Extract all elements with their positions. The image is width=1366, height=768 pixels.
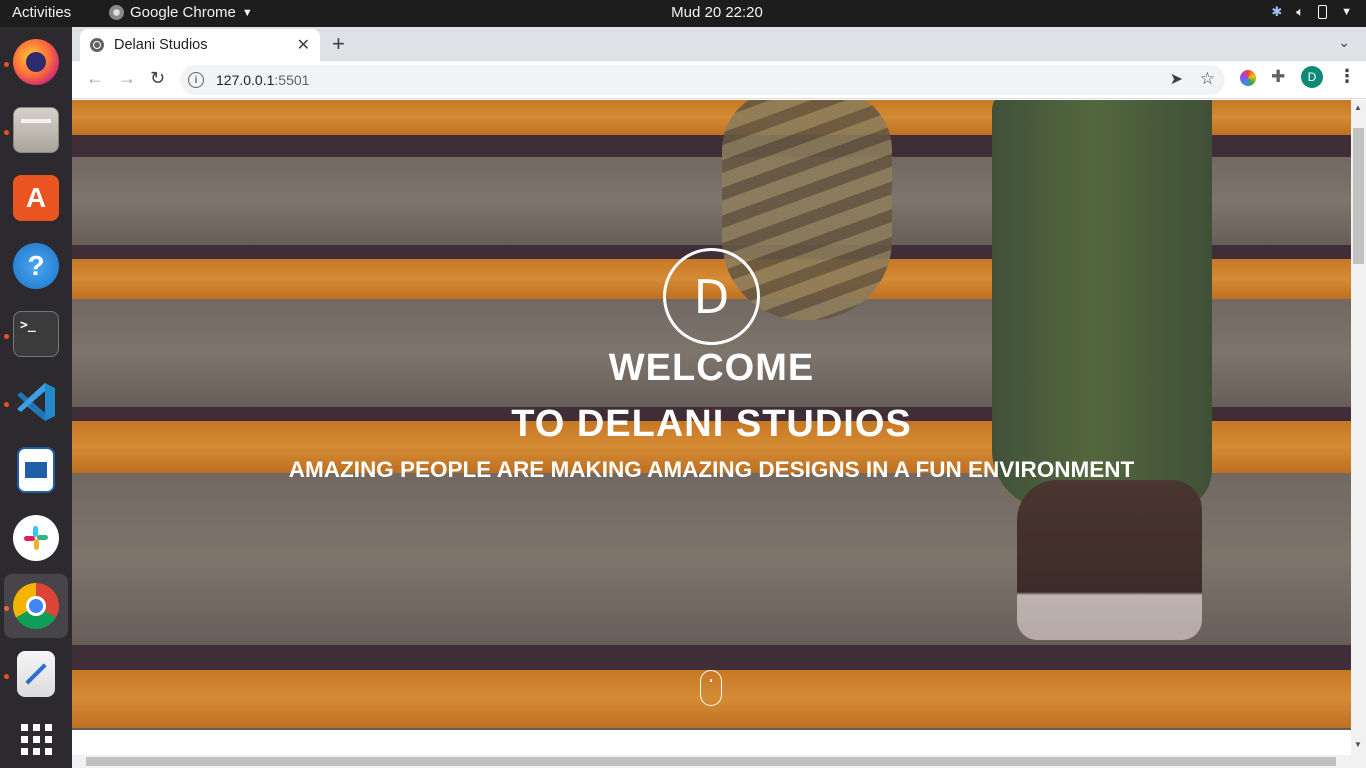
back-button[interactable]: ←	[86, 68, 104, 89]
app-grid-icon	[20, 723, 52, 755]
menu-kebab-icon[interactable]: ⋮	[1338, 66, 1356, 87]
slack-icon	[13, 515, 59, 561]
files-icon	[13, 107, 59, 153]
dock-help[interactable]: ?	[4, 234, 68, 298]
tab-strip: Delani Studios ✕ + ⌄	[72, 27, 1366, 61]
caret-down-icon[interactable]: ▼	[1341, 6, 1352, 18]
vertical-scrollbar[interactable]: ▲ ▼	[1351, 100, 1366, 768]
vscode-icon	[13, 379, 59, 425]
dock-text-editor[interactable]	[4, 642, 68, 706]
impress-icon	[17, 447, 55, 493]
url-port: :5501	[274, 72, 310, 88]
horizontal-scroll-thumb[interactable]	[86, 757, 1336, 766]
scroll-up-arrow-icon[interactable]: ▲	[1354, 103, 1362, 112]
tab-search-chevron-icon[interactable]: ⌄	[1338, 34, 1350, 51]
tab-title: Delani Studios	[114, 37, 208, 53]
url-host: 127.0.0.1	[216, 72, 275, 88]
dock-firefox[interactable]	[4, 30, 68, 94]
dock-vscode[interactable]	[4, 370, 68, 434]
close-tab-icon[interactable]: ✕	[297, 35, 310, 55]
extensions-puzzle-icon[interactable]: ✚	[1271, 67, 1285, 87]
dock-terminal[interactable]: >_	[4, 302, 68, 366]
scroll-down-mouse-icon[interactable]	[700, 670, 722, 706]
reload-button[interactable]: ↻	[150, 68, 165, 89]
hero-content: D WELCOME TO DELANI STUDIOS AMAZING PEOP…	[72, 100, 1351, 730]
bookmark-star-icon[interactable]: ☆	[1200, 69, 1215, 89]
help-icon: ?	[13, 243, 59, 289]
new-tab-button[interactable]: +	[332, 31, 345, 57]
browser-toolbar: ← → ↻ i 127.0.0.1:5501 ➤ ☆ ✚ D ⋮	[72, 61, 1366, 99]
dock-ubuntu-software[interactable]: A	[4, 166, 68, 230]
hero-heading-line-1: WELCOME	[608, 347, 815, 389]
tab-active[interactable]: Delani Studios ✕	[80, 29, 320, 61]
firefox-icon	[13, 39, 59, 85]
software-store-icon: A	[13, 175, 59, 221]
color-picker-extension-icon[interactable]	[1240, 70, 1256, 86]
forward-button[interactable]: →	[118, 68, 136, 89]
text-editor-icon	[17, 651, 55, 697]
profile-avatar[interactable]: D	[1301, 66, 1323, 88]
hero-tagline: AMAZING PEOPLE ARE MAKING AMAZING DESIGN…	[288, 457, 1135, 482]
hero-heading-line-2: TO DELANI STUDIOS	[511, 403, 912, 445]
hero-section: D WELCOME TO DELANI STUDIOS AMAZING PEOP…	[72, 100, 1351, 730]
dock-slack[interactable]	[4, 506, 68, 570]
globe-icon	[90, 38, 104, 52]
send-to-devices-icon[interactable]: ➤	[1170, 69, 1183, 89]
horizontal-scrollbar[interactable]	[72, 755, 1351, 768]
system-tray[interactable]: ✱ 🔈︎ ▼	[1271, 4, 1352, 20]
battery-icon[interactable]	[1318, 5, 1328, 19]
vertical-scroll-thumb[interactable]	[1353, 128, 1364, 264]
system-top-bar: Activities Google Chrome ▼ Mud 20 22:20 …	[0, 0, 1366, 27]
show-applications-button[interactable]	[4, 707, 68, 768]
dock-files[interactable]	[4, 98, 68, 162]
site-info-icon[interactable]: i	[188, 72, 204, 88]
logo-badge: D	[663, 248, 760, 345]
clock[interactable]: Mud 20 22:20	[0, 4, 1366, 21]
dock: A ? >_	[0, 27, 72, 768]
scroll-down-arrow-icon[interactable]: ▼	[1354, 740, 1362, 749]
slack-tray-icon[interactable]: ✱	[1271, 4, 1282, 20]
page-viewport: D WELCOME TO DELANI STUDIOS AMAZING PEOP…	[72, 100, 1351, 755]
dock-chrome[interactable]	[4, 574, 68, 638]
address-bar[interactable]: i 127.0.0.1:5501 ➤ ☆	[180, 65, 1225, 95]
browser-window: Delani Studios ✕ + ⌄ ← → ↻ i 127.0.0.1:5…	[72, 27, 1366, 768]
chrome-icon	[13, 583, 59, 629]
dock-libreoffice-impress[interactable]	[4, 438, 68, 502]
volume-icon[interactable]: 🔈︎	[1296, 4, 1304, 20]
terminal-icon: >_	[13, 311, 59, 357]
